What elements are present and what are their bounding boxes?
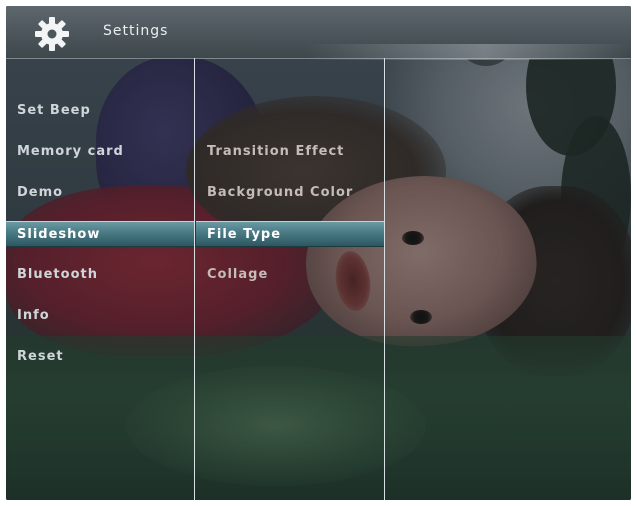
menu-item-memory-card[interactable]: Memory card [6,139,194,165]
column-divider [384,58,385,500]
submenu-item-file-type[interactable]: File Type [196,221,384,247]
column-divider [194,58,195,500]
background-photo [6,6,631,500]
submenu-item-background-color[interactable]: Background Color [196,180,384,206]
page-title: Settings [103,23,169,39]
submenu-item-collage[interactable]: Collage [196,262,384,288]
gear-icon [35,17,69,51]
header-bar: Settings [6,6,631,60]
menu-item-reset[interactable]: Reset [6,344,194,370]
menu-item-bluetooth[interactable]: Bluetooth [6,262,194,288]
menu-item-demo[interactable]: Demo [6,180,194,206]
submenu-item-transition-effect[interactable]: Transition Effect [196,139,384,165]
menu-item-set-beep[interactable]: Set Beep [6,98,194,124]
menu-item-slideshow[interactable]: Slideshow [6,221,194,247]
menu-item-info[interactable]: Info [6,303,194,329]
photo-frame-screen: Settings Set Beep Memory card Demo Slide… [6,6,631,500]
